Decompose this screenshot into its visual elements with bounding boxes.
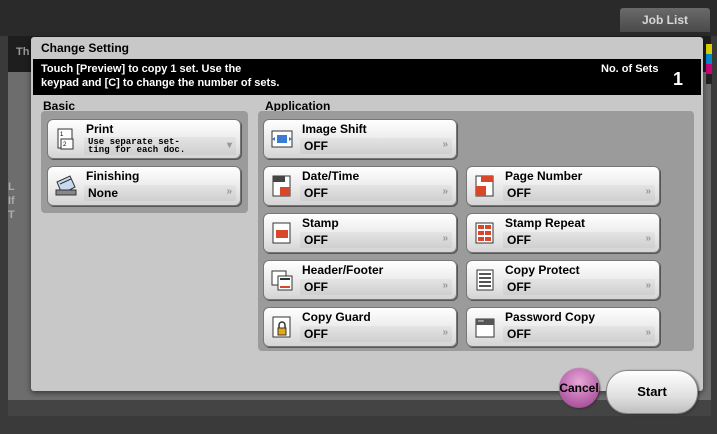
finishing-value-bar: None » bbox=[84, 185, 236, 201]
page-number-icon bbox=[473, 174, 497, 198]
stamp-repeat-value-bar: OFF » bbox=[503, 232, 655, 248]
double-chevron-icon: » bbox=[645, 233, 651, 244]
finishing-button[interactable]: Finishing None » bbox=[47, 166, 241, 206]
instruction-message: Touch [Preview] to copy 1 set. Use the k… bbox=[41, 63, 280, 89]
page-number-value-bar: OFF » bbox=[503, 185, 655, 201]
stamp-title: Stamp bbox=[302, 216, 339, 230]
print-button[interactable]: 1 2 Print Use separate set- ting for eac… bbox=[47, 119, 241, 159]
page-number-value: OFF bbox=[507, 186, 531, 200]
copy-protect-value-bar: OFF » bbox=[503, 279, 655, 295]
finishing-value: None bbox=[88, 186, 118, 200]
copy-guard-title: Copy Guard bbox=[302, 310, 371, 324]
stamp-icon bbox=[270, 221, 294, 245]
copy-guard-button[interactable]: Copy Guard OFF » bbox=[263, 307, 457, 347]
header-footer-button[interactable]: Header/Footer OFF » bbox=[263, 260, 457, 300]
sets-label: No. of Sets bbox=[601, 63, 659, 75]
sets-value: 1 bbox=[673, 69, 684, 89]
page-number-button[interactable]: Page Number OFF » bbox=[466, 166, 660, 206]
stamp-repeat-value: OFF bbox=[507, 233, 531, 247]
copy-protect-icon bbox=[473, 268, 497, 292]
image-shift-icon bbox=[270, 127, 294, 151]
cancel-button[interactable]: Cancel bbox=[559, 368, 599, 408]
header-footer-icon bbox=[270, 268, 294, 292]
double-chevron-icon: » bbox=[442, 327, 448, 338]
chevron-down-icon: ▾ bbox=[226, 140, 232, 151]
page-number-title: Page Number bbox=[505, 169, 583, 183]
double-chevron-icon: » bbox=[442, 233, 448, 244]
password-copy-button[interactable]: *** Password Copy OFF » bbox=[466, 307, 660, 347]
password-copy-icon: *** bbox=[473, 315, 497, 339]
finishing-icon bbox=[54, 174, 78, 198]
dialog-title: Change Setting bbox=[41, 41, 130, 55]
print-icon: 1 2 bbox=[54, 127, 78, 151]
message-bar: Touch [Preview] to copy 1 set. Use the k… bbox=[33, 59, 701, 95]
toner-indicator bbox=[706, 44, 712, 84]
print-value-bar: Use separate set- ting for each doc. ▾ bbox=[84, 137, 236, 155]
date-time-button[interactable]: Date/Time OFF » bbox=[263, 166, 457, 206]
date-time-icon bbox=[270, 174, 294, 198]
image-shift-title: Image Shift bbox=[302, 122, 367, 136]
copy-guard-value: OFF bbox=[304, 327, 328, 341]
stamp-value-bar: OFF » bbox=[300, 232, 452, 248]
print-value: Use separate set- ting for each doc. bbox=[88, 137, 186, 155]
image-shift-button[interactable]: Image Shift OFF » bbox=[263, 119, 457, 159]
copy-protect-title: Copy Protect bbox=[505, 263, 580, 277]
header-footer-title: Header/Footer bbox=[302, 263, 384, 277]
double-chevron-icon: » bbox=[442, 186, 448, 197]
change-setting-dialog: Change Setting Touch [Preview] to copy 1… bbox=[31, 37, 703, 391]
stamp-value: OFF bbox=[304, 233, 328, 247]
print-title: Print bbox=[86, 122, 114, 136]
finishing-title: Finishing bbox=[86, 169, 140, 183]
date-time-value: OFF bbox=[304, 186, 328, 200]
image-shift-value-bar: OFF » bbox=[300, 138, 452, 154]
svg-text:***: *** bbox=[478, 320, 484, 326]
copy-guard-icon bbox=[270, 315, 294, 339]
image-shift-value: OFF bbox=[304, 139, 328, 153]
top-bar bbox=[0, 0, 717, 36]
start-button[interactable]: Start bbox=[606, 370, 698, 414]
background-footer bbox=[8, 400, 711, 416]
password-copy-value-bar: OFF » bbox=[503, 326, 655, 342]
header-footer-value-bar: OFF » bbox=[300, 279, 452, 295]
stamp-repeat-button[interactable]: Stamp Repeat OFF » bbox=[466, 213, 660, 253]
password-copy-value: OFF bbox=[507, 327, 531, 341]
double-chevron-icon: » bbox=[226, 186, 232, 197]
stamp-button[interactable]: Stamp OFF » bbox=[263, 213, 457, 253]
job-list-tab[interactable]: Job List bbox=[620, 8, 710, 32]
copy-guard-value-bar: OFF » bbox=[300, 326, 452, 342]
stamp-repeat-icon bbox=[473, 221, 497, 245]
date-time-title: Date/Time bbox=[302, 169, 360, 183]
double-chevron-icon: » bbox=[645, 280, 651, 291]
password-copy-title: Password Copy bbox=[505, 310, 596, 324]
double-chevron-icon: » bbox=[645, 186, 651, 197]
double-chevron-icon: » bbox=[645, 327, 651, 338]
double-chevron-icon: » bbox=[442, 139, 448, 150]
copy-protect-button[interactable]: Copy Protect OFF » bbox=[466, 260, 660, 300]
header-footer-value: OFF bbox=[304, 280, 328, 294]
copy-protect-value: OFF bbox=[507, 280, 531, 294]
double-chevron-icon: » bbox=[442, 280, 448, 291]
date-time-value-bar: OFF » bbox=[300, 185, 452, 201]
stamp-repeat-title: Stamp Repeat bbox=[505, 216, 586, 230]
